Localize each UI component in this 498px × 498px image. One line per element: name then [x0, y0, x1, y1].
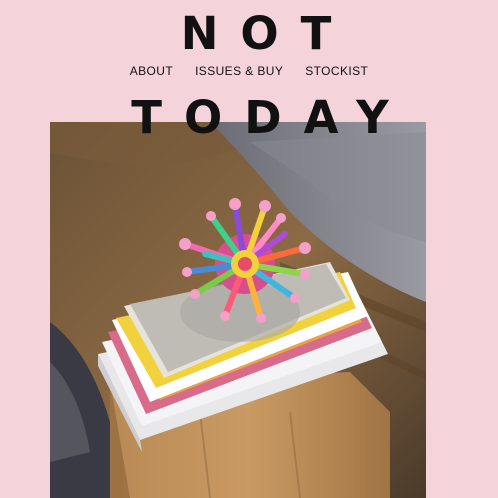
hero-illustration	[50, 122, 426, 498]
nav-item-issues-buy[interactable]: ISSUES & BUY	[195, 64, 283, 78]
brand-logo-line-1[interactable]: NOT	[0, 11, 498, 56]
nav-item-about[interactable]: ABOUT	[130, 64, 173, 78]
brand-logo-line-2[interactable]: TODAY	[0, 95, 498, 140]
hero-image	[50, 122, 426, 498]
nav-item-stockist[interactable]: STOCKIST	[305, 64, 368, 78]
main-nav: ABOUT ISSUES & BUY STOCKIST	[0, 64, 498, 78]
